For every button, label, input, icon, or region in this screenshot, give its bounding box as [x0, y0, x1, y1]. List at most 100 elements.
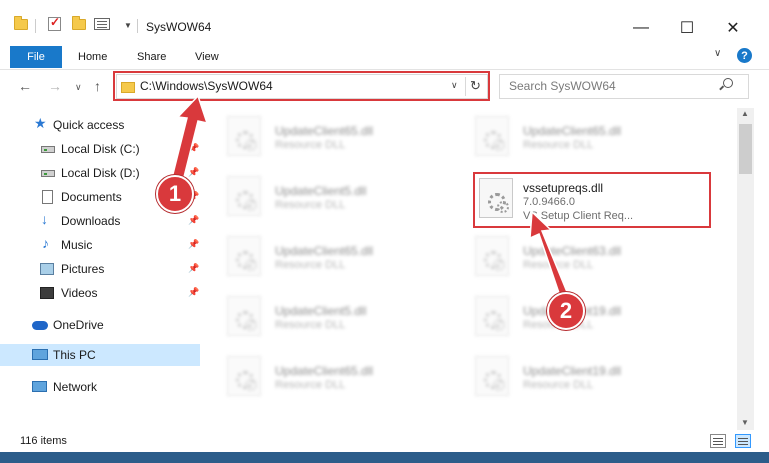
sidebar-item-label: Network [53, 380, 98, 394]
sidebar-item-network[interactable]: Network [0, 376, 200, 398]
list-item[interactable]: UpdateClient63.dll Resource DLL [463, 232, 703, 282]
sidebar-item-label: Pictures [61, 262, 105, 276]
minimize-button[interactable]: — [618, 16, 664, 40]
divider [137, 19, 138, 33]
file-name: UpdateClient65.dll [523, 124, 622, 138]
desktop-background [0, 452, 769, 463]
sidebar-item-label: Downloads [61, 214, 121, 228]
sidebar-item-label: Local Disk (D:) [61, 166, 140, 180]
scroll-down-icon[interactable]: ▼ [741, 418, 749, 427]
dll-file-icon [227, 356, 261, 396]
step-1-badge: 1 [156, 175, 194, 213]
customize-toolbar-chevron-icon[interactable]: ▼ [124, 21, 132, 30]
sidebar-item-downloads[interactable]: ↓ Downloads 📌 [0, 210, 200, 232]
pin-icon[interactable]: 📌 [188, 215, 199, 226]
file-name: UpdateClient63.dll [523, 244, 622, 258]
properties-check-icon[interactable] [48, 15, 61, 31]
folder-icon[interactable] [14, 16, 28, 30]
list-item[interactable]: UpdateClient5.dll Resource DLL [215, 172, 455, 222]
back-button[interactable]: ← [18, 78, 32, 94]
divider [35, 19, 36, 33]
list-item[interactable]: UpdateClient5.dll Resource DLL [215, 292, 455, 342]
sidebar-item-label: Music [61, 238, 93, 252]
file-name: UpdateClient5.dll [275, 184, 367, 198]
file-description: Resource DLL [275, 199, 346, 211]
tab-file[interactable]: File [10, 46, 62, 68]
file-name: UpdateClient65.dll [275, 244, 374, 258]
computer-icon [32, 349, 48, 360]
drive-icon [41, 170, 55, 177]
address-highlight-box [113, 71, 490, 101]
list-item[interactable]: UpdateClient65.dll Resource DLL [215, 232, 455, 282]
file-name: vssetupreqs.dll [523, 181, 604, 195]
pin-icon[interactable]: 📌 [188, 239, 199, 250]
picture-icon [40, 263, 54, 275]
tab-home[interactable]: Home [78, 51, 107, 63]
list-item[interactable]: UpdateClient65.dll Resource DLL [463, 112, 703, 162]
sidebar-item-onedrive[interactable]: OneDrive [0, 314, 200, 336]
dll-file-icon [475, 296, 509, 336]
sidebar-item-quick-access[interactable]: ★ Quick access [0, 114, 200, 136]
search-icon[interactable] [723, 78, 733, 88]
dll-file-icon [227, 116, 261, 156]
title-bar: ▼ SysWOW64 — ☐ ✕ [0, 0, 769, 40]
file-name: UpdateClient19.dll [523, 364, 622, 378]
film-icon [40, 287, 54, 299]
music-note-icon: ♪ [42, 235, 49, 251]
dll-file-icon [475, 236, 509, 276]
download-icon: ↓ [41, 211, 48, 227]
dll-file-icon [227, 296, 261, 336]
list-item[interactable]: UpdateClient19.dll Resource DLL [463, 352, 703, 402]
file-description: Resource DLL [523, 259, 594, 271]
file-description: Resource DLL [275, 259, 346, 271]
tab-share[interactable]: Share [137, 51, 166, 63]
sidebar-item-label: Quick access [53, 118, 125, 132]
list-item[interactable]: UpdateClient65.dll Resource DLL [215, 112, 455, 162]
file-description: Resource DLL [523, 139, 594, 151]
sidebar-item-music[interactable]: ♪ Music 📌 [0, 234, 200, 256]
sidebar-item-this-pc[interactable]: This PC [0, 344, 200, 366]
status-bar [0, 430, 769, 452]
sidebar-item-pictures[interactable]: Pictures 📌 [0, 258, 200, 280]
properties-icon[interactable] [94, 18, 110, 30]
file-version: 7.0.9466.0 [523, 196, 575, 208]
file-description: VS Setup Client Req... [523, 210, 634, 222]
navigation-pane: ★ Quick access Local Disk (C:) 📌 Local D… [0, 108, 210, 430]
forward-button[interactable]: → [48, 78, 62, 94]
file-list: UpdateClient65.dll Resource DLL UpdateCl… [215, 108, 737, 430]
sidebar-item-label: Videos [61, 286, 98, 300]
target-file-item[interactable]: vssetupreqs.dll 7.0.9466.0 VS Setup Clie… [467, 174, 707, 224]
step-2-badge: 2 [547, 292, 585, 330]
new-folder-icon[interactable] [72, 16, 86, 30]
expand-ribbon-icon[interactable]: ∨ [714, 48, 721, 59]
scrollbar-thumb[interactable] [739, 124, 752, 174]
pin-icon[interactable]: 📌 [188, 143, 199, 154]
pin-icon[interactable]: 📌 [188, 263, 199, 274]
help-icon[interactable]: ? [737, 48, 752, 63]
file-description: Resource DLL [275, 139, 346, 151]
sidebar-item-videos[interactable]: Videos 📌 [0, 282, 200, 304]
dll-file-icon [479, 178, 513, 218]
close-button[interactable]: ✕ [710, 16, 756, 40]
pin-icon[interactable]: 📌 [188, 287, 199, 298]
ribbon [0, 40, 769, 70]
recent-locations-button[interactable]: ∨ [75, 82, 82, 93]
star-icon: ★ [34, 115, 47, 131]
tab-view[interactable]: View [195, 51, 219, 63]
window-title: SysWOW64 [146, 20, 212, 34]
file-name: UpdateClient65.dll [275, 124, 374, 138]
up-button[interactable]: ↑ [94, 78, 101, 94]
tiles-view-icon[interactable] [735, 434, 751, 448]
file-description: Resource DLL [523, 379, 594, 391]
dll-file-icon [227, 236, 261, 276]
file-name: UpdateClient65.dll [275, 364, 374, 378]
file-description: Resource DLL [275, 379, 346, 391]
pin-icon[interactable]: 📌 [188, 167, 199, 178]
sidebar-item-local-disk-c[interactable]: Local Disk (C:) 📌 [0, 138, 200, 160]
scroll-up-icon[interactable]: ▲ [741, 109, 749, 118]
sidebar-item-label: Documents [61, 190, 122, 204]
maximize-button[interactable]: ☐ [664, 16, 710, 40]
details-view-icon[interactable] [710, 434, 726, 448]
sidebar-item-label: This PC [53, 348, 96, 362]
list-item[interactable]: UpdateClient65.dll Resource DLL [215, 352, 455, 402]
